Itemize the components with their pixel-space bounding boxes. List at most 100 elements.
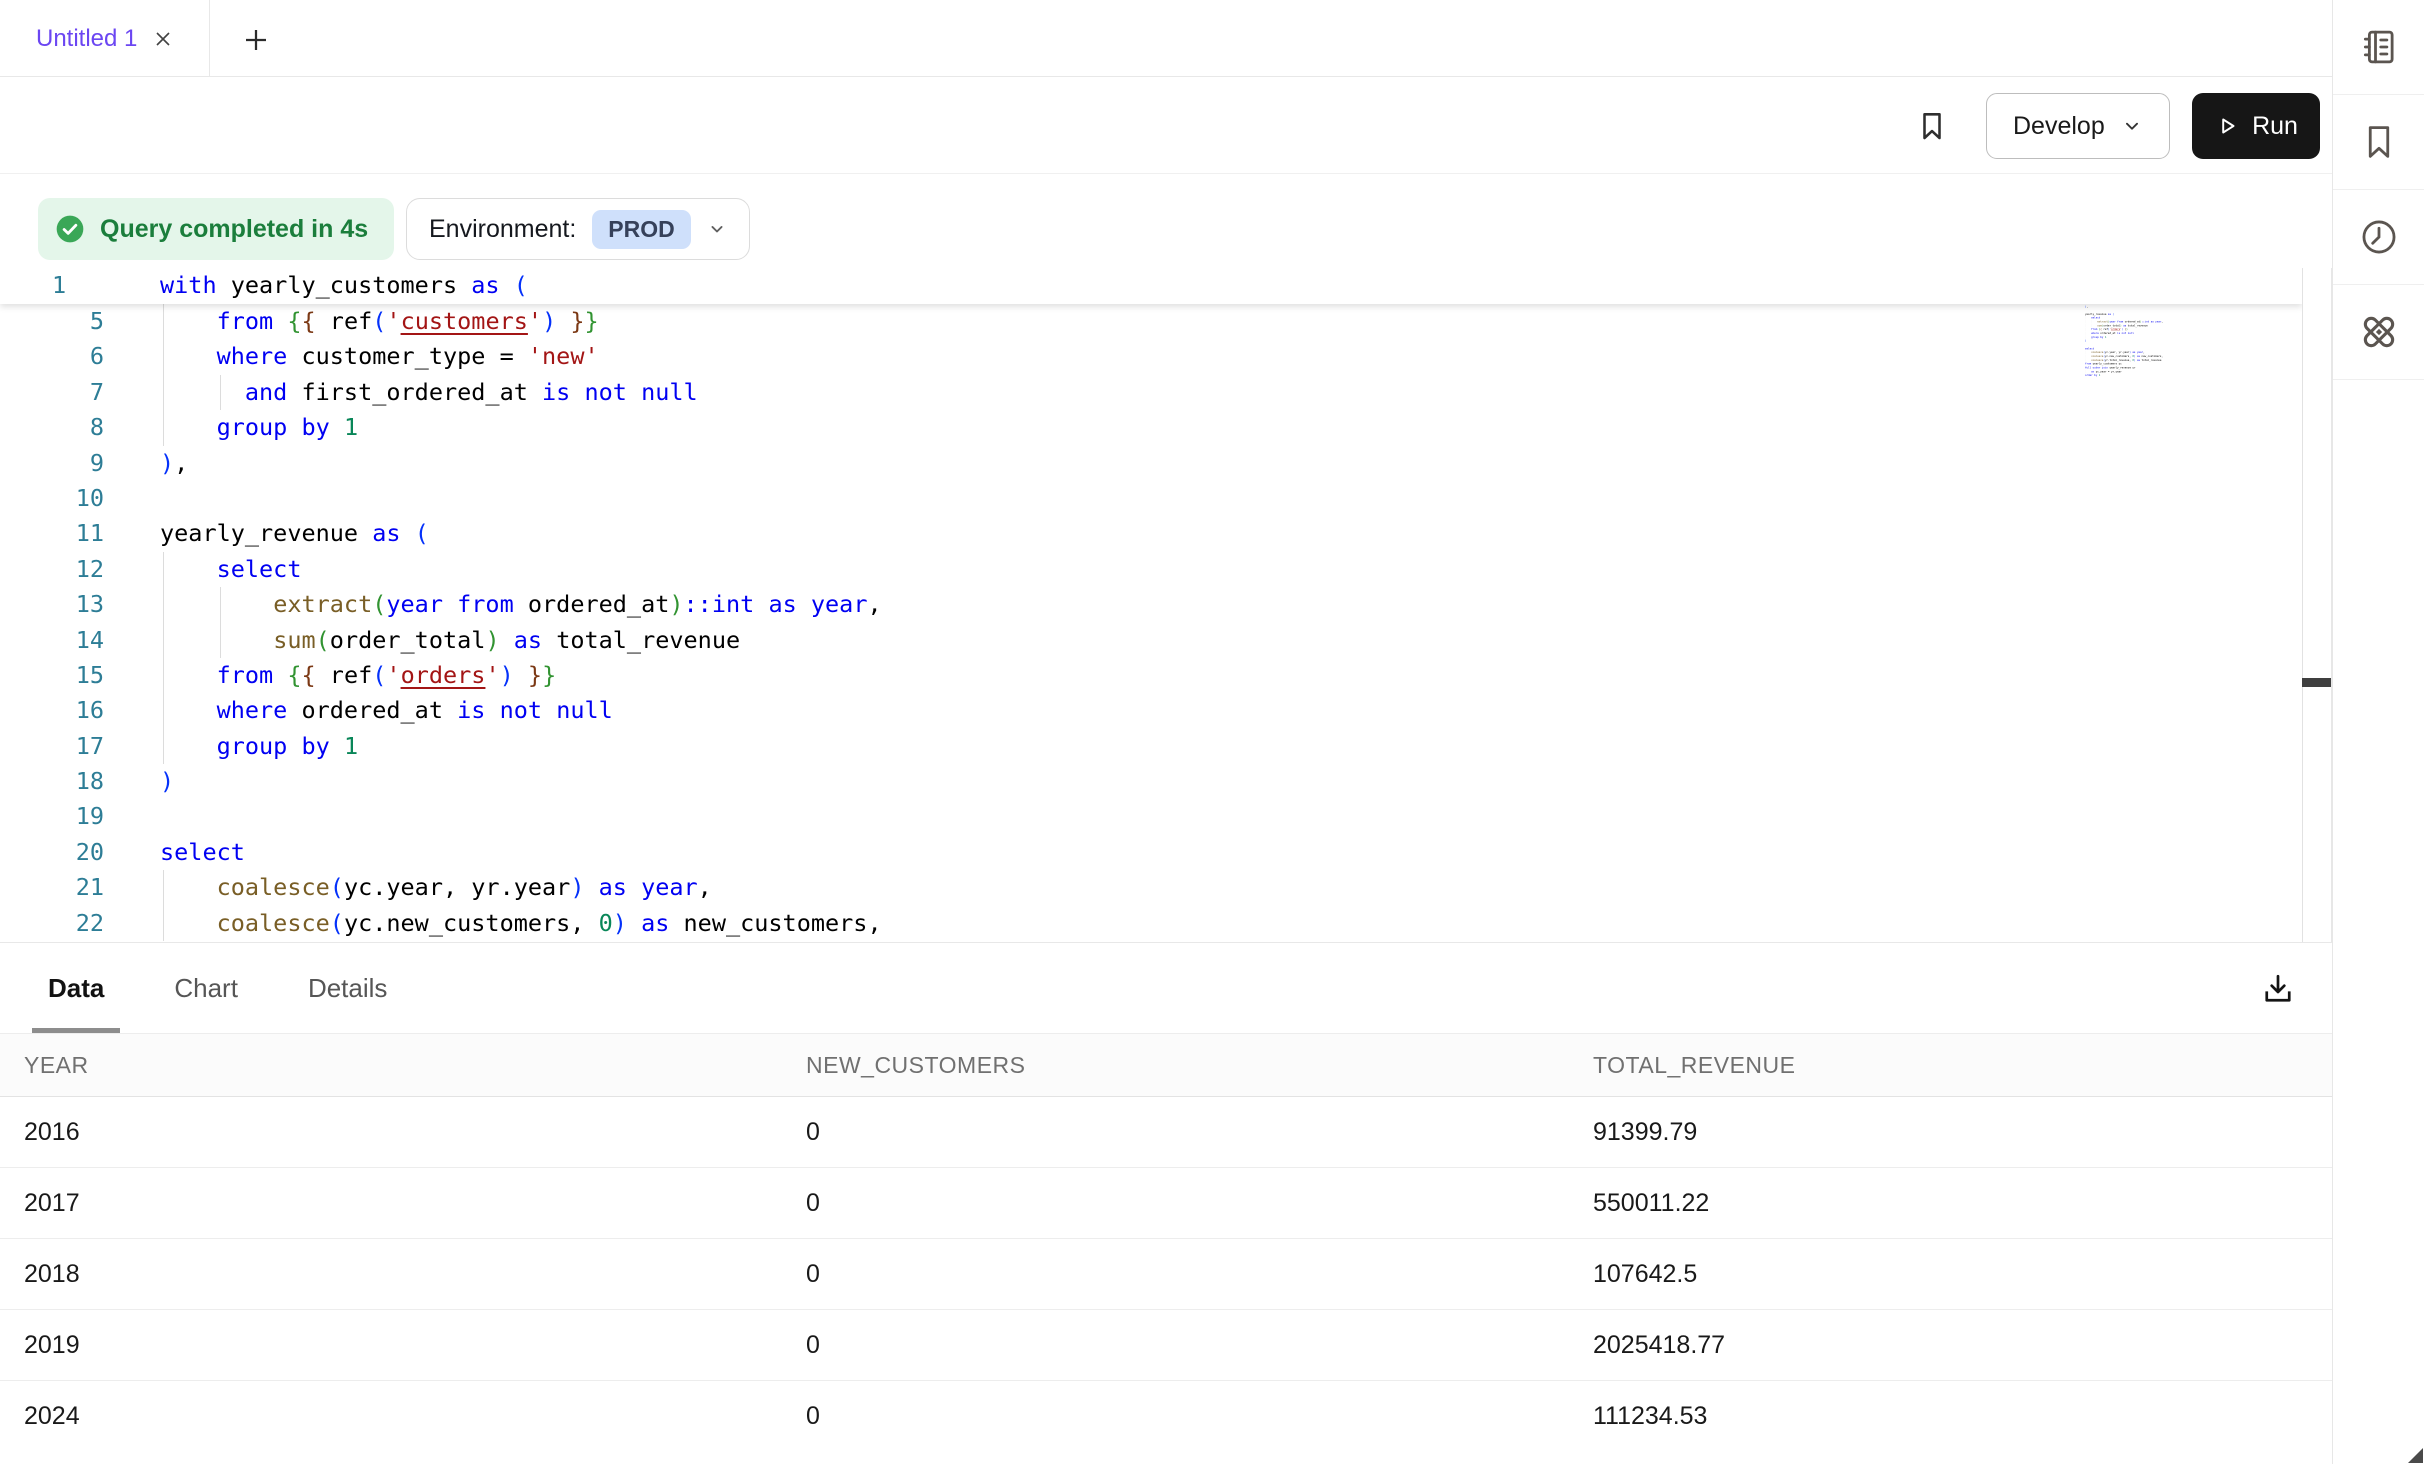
editor-scroll-gutter — [2302, 268, 2332, 942]
tab-untitled-1[interactable]: Untitled 1 — [0, 0, 210, 77]
environment-label: Environment: — [429, 215, 576, 244]
develop-label: Develop — [2013, 112, 2105, 141]
tab-bar: Untitled 1 — [0, 0, 2332, 77]
line-number: 10 — [0, 481, 104, 516]
panel-resize-handle[interactable] — [2302, 678, 2331, 687]
column-header[interactable]: YEAR — [0, 1052, 782, 1079]
table-row: 201902025418.77 — [0, 1310, 2332, 1381]
line-number: 21 — [0, 870, 104, 905]
code-line: 7 and first_ordered_at is not null — [0, 375, 2302, 410]
table-body: 2016091399.7920170550011.2220180107642.5… — [0, 1097, 2332, 1443]
table-cell: 2018 — [0, 1260, 782, 1289]
table-cell: 107642.5 — [1569, 1260, 2332, 1289]
query-status-text: Query completed in 4s — [100, 215, 368, 244]
line-number: 20 — [0, 835, 104, 870]
code-line: 21 coalesce(yc.year, yr.year) as year, — [0, 870, 2302, 905]
download-icon[interactable] — [2258, 969, 2298, 1009]
table-cell: 91399.79 — [1569, 1118, 2332, 1147]
code-line: 11yearly_revenue as ( — [0, 516, 2302, 551]
table-row: 20170550011.22 — [0, 1168, 2332, 1239]
code-line: 8 group by 1 — [0, 410, 2302, 445]
line-number: 5 — [0, 304, 104, 339]
code-line: 16 where ordered_at is not null — [0, 693, 2302, 728]
table-cell: 2024 — [0, 1402, 782, 1431]
table-cell: 2017 — [0, 1189, 782, 1218]
table-cell: 0 — [782, 1331, 1569, 1360]
line-number: 11 — [0, 516, 104, 551]
table-cell: 550011.22 — [1569, 1189, 2332, 1218]
code-line: 19 — [0, 799, 2302, 834]
results-tab-bar: Data Chart Details — [32, 943, 403, 1033]
line-number: 7 — [0, 375, 104, 410]
line-number: 17 — [0, 729, 104, 764]
code-line: 22 coalesce(yc.new_customers, 0) as new_… — [0, 906, 2302, 941]
history-clock-icon — [2358, 216, 2400, 258]
line-number: 13 — [0, 587, 104, 622]
bookmark-icon — [2358, 121, 2400, 163]
sidebar-item-lineage[interactable] — [2333, 285, 2424, 380]
table-row: 20240111234.53 — [0, 1381, 2332, 1443]
line-number: 8 — [0, 410, 104, 445]
line-number: 22 — [0, 906, 104, 941]
code-lines: 5 from {{ ref('customers') }}6 where cus… — [0, 304, 2302, 941]
sql-editor[interactable]: 1with yearly_customers as ( 5 from {{ re… — [0, 268, 2302, 942]
query-status-badge: Query completed in 4s — [38, 198, 394, 260]
toolbar: Develop Run — [0, 78, 2332, 174]
results-tab-chart[interactable]: Chart — [158, 943, 254, 1033]
tab-label: Untitled 1 — [36, 25, 137, 53]
table-cell: 111234.53 — [1569, 1402, 2332, 1431]
results-panel: Data Chart Details YEARNEW_CUSTOMERSTOTAL_… — [0, 942, 2332, 1464]
run-button[interactable]: Run — [2192, 93, 2320, 159]
table-row: 2016091399.79 — [0, 1097, 2332, 1168]
sidebar-item-notebook[interactable] — [2333, 0, 2424, 95]
sidebar-item-history[interactable] — [2333, 190, 2424, 285]
results-tab-details[interactable]: Details — [292, 943, 403, 1033]
line-number: 12 — [0, 552, 104, 587]
chevron-down-icon — [2121, 115, 2143, 137]
code-line: 6 where customer_type = 'new' — [0, 339, 2302, 374]
code-line: 12 select — [0, 552, 2302, 587]
line-number: 14 — [0, 623, 104, 658]
environment-select[interactable]: Environment: PROD — [406, 198, 750, 260]
line-number: 9 — [0, 446, 104, 481]
table-cell: 2025418.77 — [1569, 1331, 2332, 1360]
code-line: 15 from {{ ref('orders') }} — [0, 658, 2302, 693]
lineage-icon — [2357, 310, 2401, 354]
column-header[interactable]: TOTAL_REVENUE — [1569, 1052, 2332, 1079]
table-cell: 0 — [782, 1402, 1569, 1431]
table-cell: 2019 — [0, 1331, 782, 1360]
sidebar-item-bookmarks[interactable] — [2333, 95, 2424, 190]
close-icon[interactable] — [151, 27, 175, 51]
line-number: 19 — [0, 799, 104, 834]
run-label: Run — [2252, 112, 2298, 141]
table-row: 20180107642.5 — [0, 1239, 2332, 1310]
window-resize-grip[interactable] — [2408, 1448, 2423, 1463]
table-header-row: YEARNEW_CUSTOMERSTOTAL_REVENUE — [0, 1033, 2332, 1097]
code-line: 17 group by 1 — [0, 729, 2302, 764]
line-number: 15 — [0, 658, 104, 693]
table-cell: 2016 — [0, 1118, 782, 1147]
code-line: 13 extract(year from ordered_at)::int as… — [0, 587, 2302, 622]
bookmark-icon[interactable] — [1912, 106, 1952, 146]
right-sidebar — [2332, 0, 2424, 1464]
develop-button[interactable]: Develop — [1986, 93, 2170, 159]
code-line: 14 sum(order_total) as total_revenue — [0, 623, 2302, 658]
line-number: 1 — [0, 268, 104, 303]
chevron-down-icon — [707, 219, 727, 239]
code-line: 20select — [0, 835, 2302, 870]
check-circle-icon — [54, 213, 86, 245]
sticky-scroll-line: 1with yearly_customers as ( — [0, 268, 2302, 304]
code-line: 5 from {{ ref('customers') }} — [0, 304, 2302, 339]
data-table: YEARNEW_CUSTOMERSTOTAL_REVENUE 201609139… — [0, 1033, 2332, 1443]
play-icon — [2214, 113, 2240, 139]
line-number: 6 — [0, 339, 104, 374]
column-header[interactable]: NEW_CUSTOMERS — [782, 1052, 1569, 1079]
status-row: Query completed in 4s Environment: PROD — [0, 196, 2332, 262]
environment-value-badge: PROD — [592, 210, 690, 249]
results-tab-data[interactable]: Data — [32, 943, 120, 1033]
code-line: 18) — [0, 764, 2302, 799]
table-cell: 0 — [782, 1189, 1569, 1218]
notebook-icon — [2358, 26, 2400, 68]
table-cell: 0 — [782, 1118, 1569, 1147]
new-tab-plus-icon[interactable] — [236, 20, 276, 60]
